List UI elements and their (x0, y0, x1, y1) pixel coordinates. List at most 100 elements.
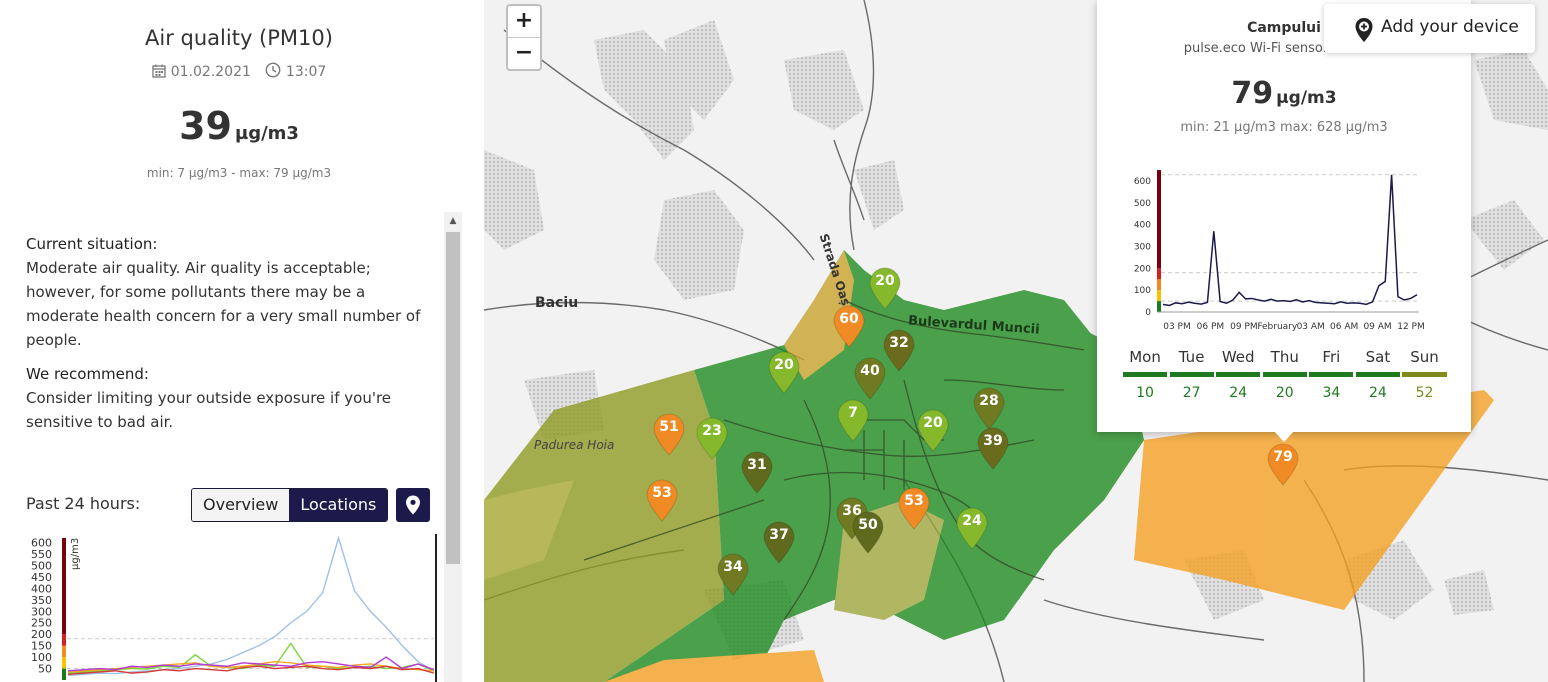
day-summary: Fri 34 (1308, 348, 1354, 401)
y-tick-label: 450 (31, 571, 52, 584)
day-value: 10 (1136, 385, 1154, 401)
add-device-button[interactable]: Add your device (1324, 4, 1535, 53)
day-value: 24 (1369, 385, 1387, 401)
sensor-marker[interactable]: 60 (832, 304, 866, 348)
sensor-series-line (1162, 174, 1418, 307)
sensor-marker[interactable]: 31 (740, 450, 774, 494)
y-tick-label: 0 (1145, 308, 1151, 318)
scrollbar-thumb[interactable] (446, 232, 460, 564)
sensor-marker[interactable]: 28 (972, 386, 1006, 430)
day-value: 52 (1415, 385, 1434, 401)
calendar-icon (152, 64, 166, 82)
level-band (1157, 290, 1161, 302)
zoom-in-button[interactable]: + (508, 6, 540, 37)
map-pin-button[interactable] (396, 488, 430, 522)
recommend-text: Consider limiting your outside exposure … (26, 389, 392, 431)
clock-icon (265, 62, 281, 82)
sensor-marker[interactable]: 50 (851, 510, 885, 554)
sensor-marker[interactable]: 20 (916, 408, 950, 452)
day-bar (1309, 372, 1354, 377)
day-value: 20 (1275, 385, 1294, 401)
y-tick-label: 500 (31, 559, 52, 572)
sensor-marker[interactable]: 32 (882, 328, 916, 372)
zoom-control: + − (506, 4, 542, 71)
day-summary: Tue 27 (1169, 348, 1215, 401)
y-tick-label: 100 (31, 651, 52, 664)
sensor-marker[interactable]: 40 (853, 356, 887, 400)
situation-text: Moderate air quality. Air quality is acc… (26, 259, 421, 349)
y-tick-label: 400 (31, 582, 52, 595)
day-summary: Wed 24 (1215, 348, 1261, 401)
day-bar (1123, 372, 1168, 377)
sensor-value: 79 µg/m3 (1097, 76, 1471, 111)
x-tick-label: 09 AM (1363, 322, 1391, 332)
view-toggle: Overview Locations (191, 488, 389, 522)
sensor-marker[interactable]: 51 (652, 412, 686, 456)
level-band (1157, 301, 1161, 312)
y-tick-label: 250 (31, 617, 52, 630)
x-tick-label: 06 PM (1197, 322, 1225, 332)
sensor-marker[interactable]: 24 (955, 506, 989, 550)
y-tick-label: 500 (1134, 199, 1151, 209)
y-tick-label: 400 (1134, 221, 1151, 231)
y-tick-label: 350 (31, 594, 52, 607)
sensor-marker[interactable]: 37 (762, 520, 796, 564)
current-value: 39 µg/m3 (0, 104, 478, 148)
sensor-marker[interactable]: 23 (695, 416, 729, 460)
locations-button[interactable]: Locations (289, 489, 388, 521)
past-24h-label: Past 24 hours: (26, 494, 141, 513)
sensor-marker[interactable]: 53 (645, 478, 679, 522)
sensor-marker[interactable]: 20 (868, 266, 902, 310)
value-unit: µg/m3 (234, 123, 299, 144)
y-tick-label: 300 (1134, 242, 1151, 252)
sensor-marker[interactable]: 39 (976, 426, 1010, 470)
day-bar (1169, 372, 1214, 377)
scroll-up-arrow[interactable]: ▲ (444, 212, 462, 230)
map-label-baciu: Baciu (535, 295, 579, 311)
level-band (62, 634, 66, 646)
y-tick-label: 550 (31, 548, 52, 561)
level-band (1157, 268, 1161, 280)
level-band (1157, 170, 1161, 269)
map-label-padurea: Padurea Hoia (534, 438, 615, 452)
sensor-minmax: min: 21 µg/m3 max: 628 µg/m3 (1180, 120, 1388, 135)
y-tick-label: 100 (1134, 286, 1151, 296)
map-pin-icon (406, 495, 420, 515)
x-tick-label: 09 PM (1230, 322, 1258, 332)
day-bar (1262, 372, 1307, 377)
y-axis-label: µg/m3 (70, 538, 81, 570)
time-label: 13:07 (285, 64, 327, 80)
description-area: Current situation: Moderate air quality.… (26, 232, 430, 444)
value-number: 39 (179, 104, 232, 148)
sensor-marker[interactable]: 20 (767, 350, 801, 394)
sensor-value-unit: µg/m3 (1276, 88, 1337, 108)
sensor-marker[interactable]: 53 (897, 486, 931, 530)
x-tick-label: 06 AM (1330, 322, 1358, 332)
past-24h-chart: 50100150200250300350400450500550600 µg/m3 (31, 534, 437, 682)
panel-scrollbar[interactable]: ▲ (444, 212, 462, 682)
day-bar (1402, 372, 1447, 377)
sensor-marker[interactable]: 34 (716, 552, 750, 596)
side-panel: Air quality (PM10) 01.02.2021 13:07 39 µg… (0, 0, 485, 682)
day-name: Fri (1322, 348, 1341, 366)
y-tick-label: 600 (1134, 177, 1151, 187)
day-name: Wed (1221, 348, 1255, 366)
sensor-chart: 0 100 200 300 400 500 600 03 PM 06 PM 09 PM Februa… (1134, 170, 1425, 332)
level-band (62, 645, 66, 658)
recommend-heading: We recommend: (26, 365, 149, 383)
add-location-icon (1355, 18, 1373, 42)
sensor-marker[interactable]: 7 (836, 398, 870, 442)
level-band (62, 668, 66, 680)
popup-arrow (1273, 430, 1295, 442)
past-24h-series-line (67, 535, 435, 677)
date-label: 01.02.2021 (170, 64, 251, 80)
page-title: Air quality (PM10) (145, 26, 333, 50)
day-name: Mon (1129, 348, 1161, 366)
day-bar (1355, 372, 1400, 377)
zoom-out-button[interactable]: − (508, 37, 540, 69)
day-summary: Mon 10 (1122, 348, 1168, 401)
sensor-value-number: 79 (1231, 76, 1274, 111)
level-band (62, 657, 66, 669)
sensor-marker[interactable]: 79 (1266, 442, 1300, 486)
overview-button[interactable]: Overview (192, 489, 290, 521)
